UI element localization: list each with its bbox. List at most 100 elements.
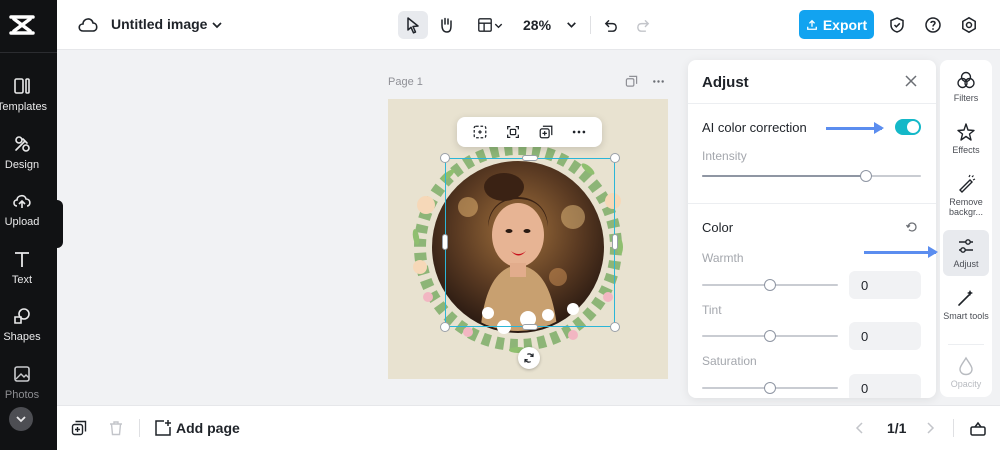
slider-thumb[interactable] [764,382,776,394]
sidebar-item-label: Photos [4,389,40,401]
rotate-handle[interactable] [518,347,540,369]
resize-handle-top[interactable] [522,155,538,161]
saturation-slider[interactable] [702,382,838,394]
right-item-label: Effects [952,145,980,155]
smart-select-icon[interactable] [505,124,521,140]
zoom-level[interactable]: 28% [523,17,551,33]
layout-menu-button[interactable] [470,11,510,39]
resize-handle-right[interactable] [612,234,618,250]
sidebar-item-label: Text [11,274,33,286]
sidebar-item-design[interactable]: Design [0,133,50,183]
hand-tool-button[interactable] [431,11,461,39]
document-title[interactable]: Untitled image [111,16,207,32]
resize-handle-bottom-right[interactable] [610,322,620,332]
templates-icon [14,78,30,94]
sidebar-item-text[interactable]: Text [0,248,50,298]
right-item-opacity[interactable]: Opacity [940,356,992,389]
tint-label: Tint [702,303,722,317]
rotate-icon [524,353,534,363]
chevron-right-icon[interactable] [923,421,937,435]
chevron-down-icon[interactable] [210,18,224,32]
crop-select-icon[interactable] [472,124,488,140]
warmth-slider[interactable] [702,279,838,291]
sidebar-item-label: Templates [0,101,48,113]
close-icon[interactable] [904,74,918,88]
sidebar-item-label: Design [4,159,40,171]
resize-handle-bottom-left[interactable] [440,322,450,332]
resize-handle-bottom[interactable] [522,324,538,330]
page-actions [625,75,665,88]
selection-box[interactable] [445,158,615,327]
right-item-adjust[interactable]: Adjust [943,230,989,276]
duplicate-page-icon[interactable] [625,75,638,88]
color-section-label: Color [702,220,734,235]
right-item-label: Smart tools [943,311,989,321]
chevron-left-icon[interactable] [853,421,867,435]
warmth-value-input[interactable]: 0 [849,271,921,299]
left-sidebar: Templates Design Upload Text Shapes Phot… [0,0,57,450]
pages-panel-icon[interactable] [969,419,987,437]
bottom-divider [139,419,140,437]
ai-color-correction-label: AI color correction [702,120,807,135]
select-tool-button[interactable] [398,11,428,39]
chevron-down-icon[interactable] [565,18,578,31]
panel-divider [688,103,936,104]
upload-icon [13,194,31,208]
warmth-label: Warmth [702,251,744,265]
undo-button[interactable] [595,11,625,39]
saturation-label: Saturation [702,354,757,368]
sidebar-item-label: Shapes [3,331,41,343]
tint-slider[interactable] [702,330,838,342]
toggle-knob [907,121,919,133]
text-icon [15,252,29,267]
sidebar-item-shapes[interactable]: Shapes [0,305,50,355]
sidebar-item-templates[interactable]: Templates [0,75,50,125]
duplicate-page-icon[interactable] [71,420,87,436]
right-item-remove-background[interactable]: Remove backgr... [940,174,992,217]
adjust-panel: Adjust AI color correction Intensity Col… [688,60,936,398]
layout-icon [477,18,492,32]
right-item-label: Remove backgr... [948,197,984,217]
resize-handle-top-left[interactable] [440,153,450,163]
redo-button[interactable] [628,11,658,39]
capcut-logo-icon[interactable] [8,12,36,38]
settings-button[interactable] [954,11,984,39]
right-item-filters[interactable]: Filters [940,70,992,103]
top-toolbar: Untitled image 28% Export [57,0,1000,50]
add-page-icon[interactable] [154,419,172,437]
saturation-value-input[interactable]: 0 [849,374,921,398]
add-page-button[interactable]: Add page [176,420,240,436]
tint-value-input[interactable]: 0 [849,322,921,350]
slider-thumb[interactable] [860,170,873,182]
sidebar-collapse-handle[interactable] [56,200,63,248]
sidebar-item-label: Upload [4,216,40,228]
resize-handle-left[interactable] [442,234,448,250]
trash-icon[interactable] [108,420,124,436]
toolbar-divider [590,16,591,34]
intensity-slider[interactable] [702,170,921,182]
export-button[interactable]: Export [799,10,874,39]
opacity-icon [959,356,973,376]
right-item-smart-tools[interactable]: Smart tools [940,288,992,321]
cloud-sync-icon[interactable] [77,14,99,36]
more-options-icon[interactable] [571,124,587,140]
security-button[interactable] [882,11,912,39]
gear-icon [962,16,976,34]
hand-icon [441,17,452,33]
photos-icon [14,366,30,382]
sidebar-item-photos[interactable]: Photos [0,363,50,413]
reset-icon[interactable] [905,220,919,234]
element-floating-toolbar [457,117,602,147]
more-options-icon[interactable] [652,75,665,88]
chevron-down-icon [494,23,502,28]
duplicate-icon[interactable] [538,124,554,140]
ai-color-correction-toggle[interactable] [895,119,921,135]
user-avatar[interactable] [9,407,33,431]
panel-title: Adjust [702,74,749,91]
sidebar-item-upload[interactable]: Upload [0,190,50,240]
help-button[interactable] [918,11,948,39]
slider-thumb[interactable] [764,330,776,342]
slider-thumb[interactable] [764,279,776,291]
right-item-effects[interactable]: Effects [940,122,992,155]
resize-handle-top-right[interactable] [610,153,620,163]
